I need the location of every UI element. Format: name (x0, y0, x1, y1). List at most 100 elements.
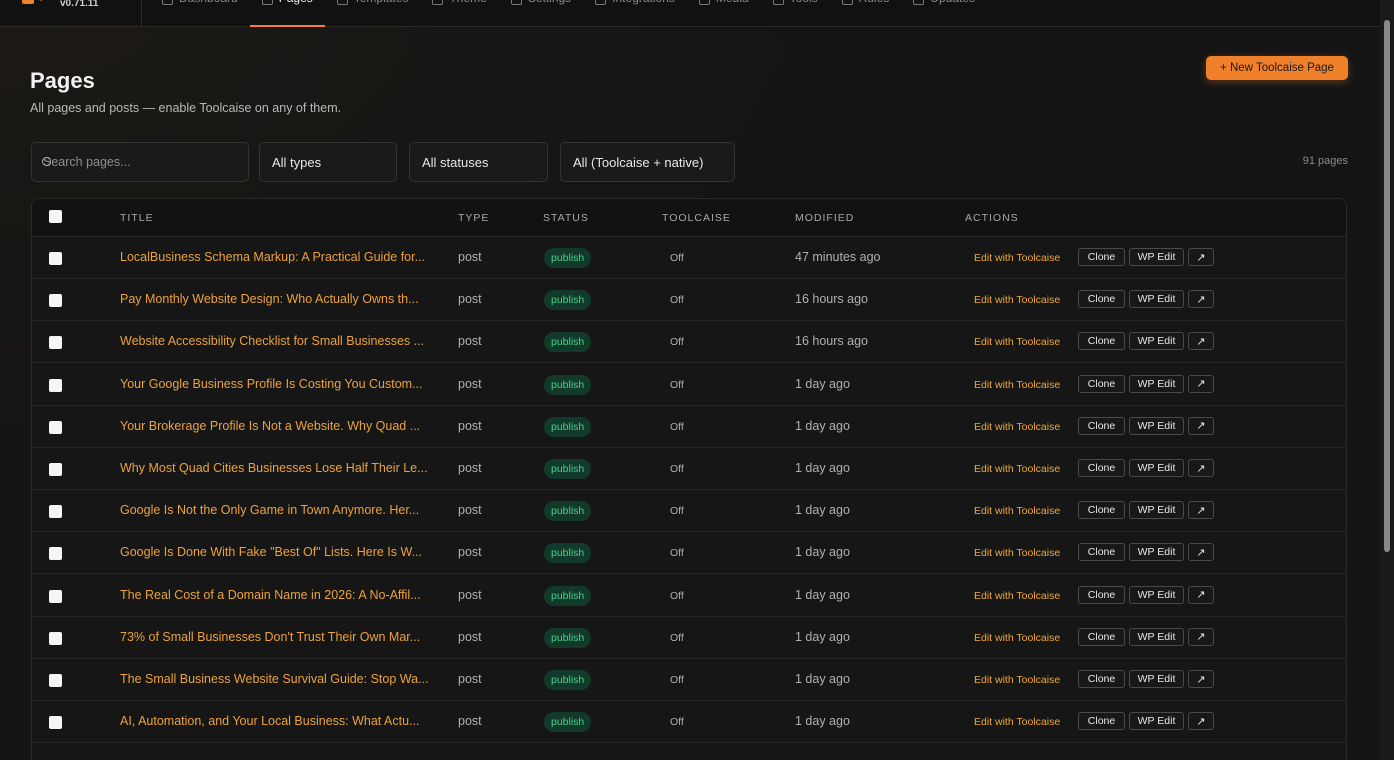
external-link-icon[interactable]: ↗ (1188, 459, 1214, 477)
nav-tab-rules[interactable]: Rules (830, 0, 902, 18)
row-title-link[interactable]: Google Is Done With Fake "Best Of" Lists… (120, 545, 432, 559)
row-checkbox[interactable] (49, 505, 62, 519)
edit-with-toolcaise-link[interactable]: Edit with Toolcaise (974, 463, 1060, 475)
wp-edit-button[interactable]: WP Edit (1129, 459, 1184, 477)
row-checkbox[interactable] (49, 420, 62, 434)
row-title-link[interactable]: 73% of Small Businesses Don't Trust Thei… (120, 630, 432, 644)
select-all-checkbox[interactable] (49, 210, 62, 223)
clone-button[interactable]: Clone (1078, 290, 1125, 309)
edit-with-toolcaise-link[interactable]: Edit with Toolcaise (974, 716, 1060, 728)
external-link-icon[interactable]: ↗ (1188, 712, 1214, 731)
edit-with-toolcaise-link[interactable]: Edit with Toolcaise (974, 294, 1060, 306)
row-checkbox[interactable] (49, 716, 62, 730)
wp-edit-button[interactable]: WP Edit (1129, 670, 1184, 688)
row-checkbox[interactable] (49, 589, 62, 603)
clone-button[interactable]: Clone (1078, 585, 1125, 604)
external-link-icon[interactable]: ↗ (1188, 501, 1214, 520)
edit-with-toolcaise-link[interactable]: Edit with Toolcaise (974, 632, 1060, 644)
clone-button[interactable]: Clone (1078, 416, 1125, 435)
logo[interactable]: + (22, 0, 50, 10)
page-scrollbar[interactable] (1380, 0, 1394, 760)
nav-tab-pages[interactable]: Pages (249, 0, 325, 27)
clone-button[interactable]: Clone (1078, 374, 1125, 393)
external-link-icon[interactable]: ↗ (1188, 248, 1214, 266)
clone-button[interactable]: Clone (1078, 459, 1125, 477)
row-title-link[interactable]: Your Google Business Profile Is Costing … (120, 377, 432, 391)
row-title-link[interactable]: LocalBusiness Schema Markup: A Practical… (120, 250, 432, 264)
row-title-link[interactable]: Google Is Not the Only Game in Town Anym… (120, 503, 432, 517)
clone-button[interactable]: Clone (1078, 670, 1125, 688)
row-title-link[interactable]: AI, Automation, and Your Local Business:… (120, 714, 432, 728)
edit-with-toolcaise-link[interactable]: Edit with Toolcaise (974, 547, 1060, 559)
row-title-link[interactable]: The Real Cost of a Domain Name in 2026: … (120, 588, 432, 602)
status-badge: publish (544, 543, 592, 564)
nav-tab-media[interactable]: Media (687, 0, 761, 18)
nav-tab-dashboard[interactable]: Dashboard (150, 0, 250, 18)
row-title-link[interactable]: Pay Monthly Website Design: Who Actually… (120, 292, 432, 306)
external-link-icon[interactable]: ↗ (1188, 627, 1214, 646)
column-modified[interactable]: MODIFIED (795, 212, 854, 224)
clone-button[interactable]: Clone (1078, 627, 1125, 646)
type-filter-select[interactable]: All types (259, 142, 397, 182)
column-title[interactable]: TITLE (120, 212, 154, 224)
source-filter-select[interactable]: All (Toolcaise + native) (560, 142, 735, 182)
row-title-link[interactable]: Your Brokerage Profile Is Not a Website.… (120, 419, 432, 433)
column-type[interactable]: TYPE (458, 212, 489, 224)
nav-tab-updates[interactable]: Updates (901, 0, 987, 18)
status-filter-select[interactable]: All statuses (409, 142, 548, 182)
nav-tab-theme[interactable]: Theme (420, 0, 498, 18)
row-checkbox[interactable] (49, 378, 62, 392)
scrollbar-thumb[interactable] (1384, 20, 1390, 552)
row-title-link[interactable]: Why Most Quad Cities Businesses Lose Hal… (120, 461, 432, 475)
column-toolcaise[interactable]: TOOLCAISE (662, 212, 731, 224)
wp-edit-button[interactable]: WP Edit (1129, 374, 1184, 393)
nav-tab-label: Templates (354, 0, 409, 5)
edit-with-toolcaise-link[interactable]: Edit with Toolcaise (974, 379, 1060, 391)
nav-tab-integrations[interactable]: Integrations (583, 0, 687, 18)
wp-edit-button[interactable]: WP Edit (1129, 543, 1184, 562)
table-header: TITLE TYPE STATUS TOOLCAISE MODIFIED ACT… (32, 199, 1346, 237)
row-checkbox[interactable] (49, 252, 62, 265)
row-title-link[interactable]: The Small Business Website Survival Guid… (120, 672, 432, 686)
external-link-icon[interactable]: ↗ (1188, 290, 1214, 309)
nav-tab-settings[interactable]: Settings (499, 0, 583, 18)
row-checkbox[interactable] (49, 674, 62, 687)
row-checkbox[interactable] (49, 463, 62, 476)
external-link-icon[interactable]: ↗ (1188, 670, 1214, 688)
nav-tab-tools[interactable]: Tools (761, 0, 830, 18)
wp-edit-button[interactable]: WP Edit (1129, 290, 1184, 309)
wp-edit-button[interactable]: WP Edit (1129, 332, 1184, 351)
clone-button[interactable]: Clone (1078, 712, 1125, 731)
row-checkbox[interactable] (49, 294, 62, 308)
external-link-icon[interactable]: ↗ (1188, 543, 1214, 562)
edit-with-toolcaise-link[interactable]: Edit with Toolcaise (974, 505, 1060, 517)
row-title-link[interactable]: Website Accessibility Checklist for Smal… (120, 334, 432, 348)
column-status[interactable]: STATUS (543, 212, 589, 224)
external-link-icon[interactable]: ↗ (1188, 416, 1214, 435)
row-checkbox[interactable] (49, 336, 62, 350)
row-checkbox[interactable] (49, 631, 62, 645)
row-modified: 1 day ago (795, 587, 850, 602)
wp-edit-button[interactable]: WP Edit (1129, 248, 1184, 266)
edit-with-toolcaise-link[interactable]: Edit with Toolcaise (974, 252, 1060, 264)
wp-edit-button[interactable]: WP Edit (1129, 416, 1184, 435)
edit-with-toolcaise-link[interactable]: Edit with Toolcaise (974, 421, 1060, 433)
clone-button[interactable]: Clone (1078, 501, 1125, 520)
clone-button[interactable]: Clone (1078, 543, 1125, 562)
external-link-icon[interactable]: ↗ (1188, 332, 1214, 351)
wp-edit-button[interactable]: WP Edit (1129, 585, 1184, 604)
wp-edit-button[interactable]: WP Edit (1129, 712, 1184, 731)
search-input[interactable]: Search pages... (31, 142, 249, 182)
wp-edit-button[interactable]: WP Edit (1129, 501, 1184, 520)
new-toolcaise-page-button[interactable]: + New Toolcaise Page (1206, 56, 1348, 80)
clone-button[interactable]: Clone (1078, 332, 1125, 351)
external-link-icon[interactable]: ↗ (1188, 374, 1214, 393)
edit-with-toolcaise-link[interactable]: Edit with Toolcaise (974, 590, 1060, 602)
row-checkbox[interactable] (49, 547, 62, 561)
edit-with-toolcaise-link[interactable]: Edit with Toolcaise (974, 674, 1060, 686)
clone-button[interactable]: Clone (1078, 248, 1125, 266)
wp-edit-button[interactable]: WP Edit (1129, 627, 1184, 646)
edit-with-toolcaise-link[interactable]: Edit with Toolcaise (974, 336, 1060, 348)
nav-tab-templates[interactable]: Templates (325, 0, 421, 18)
external-link-icon[interactable]: ↗ (1188, 585, 1214, 604)
